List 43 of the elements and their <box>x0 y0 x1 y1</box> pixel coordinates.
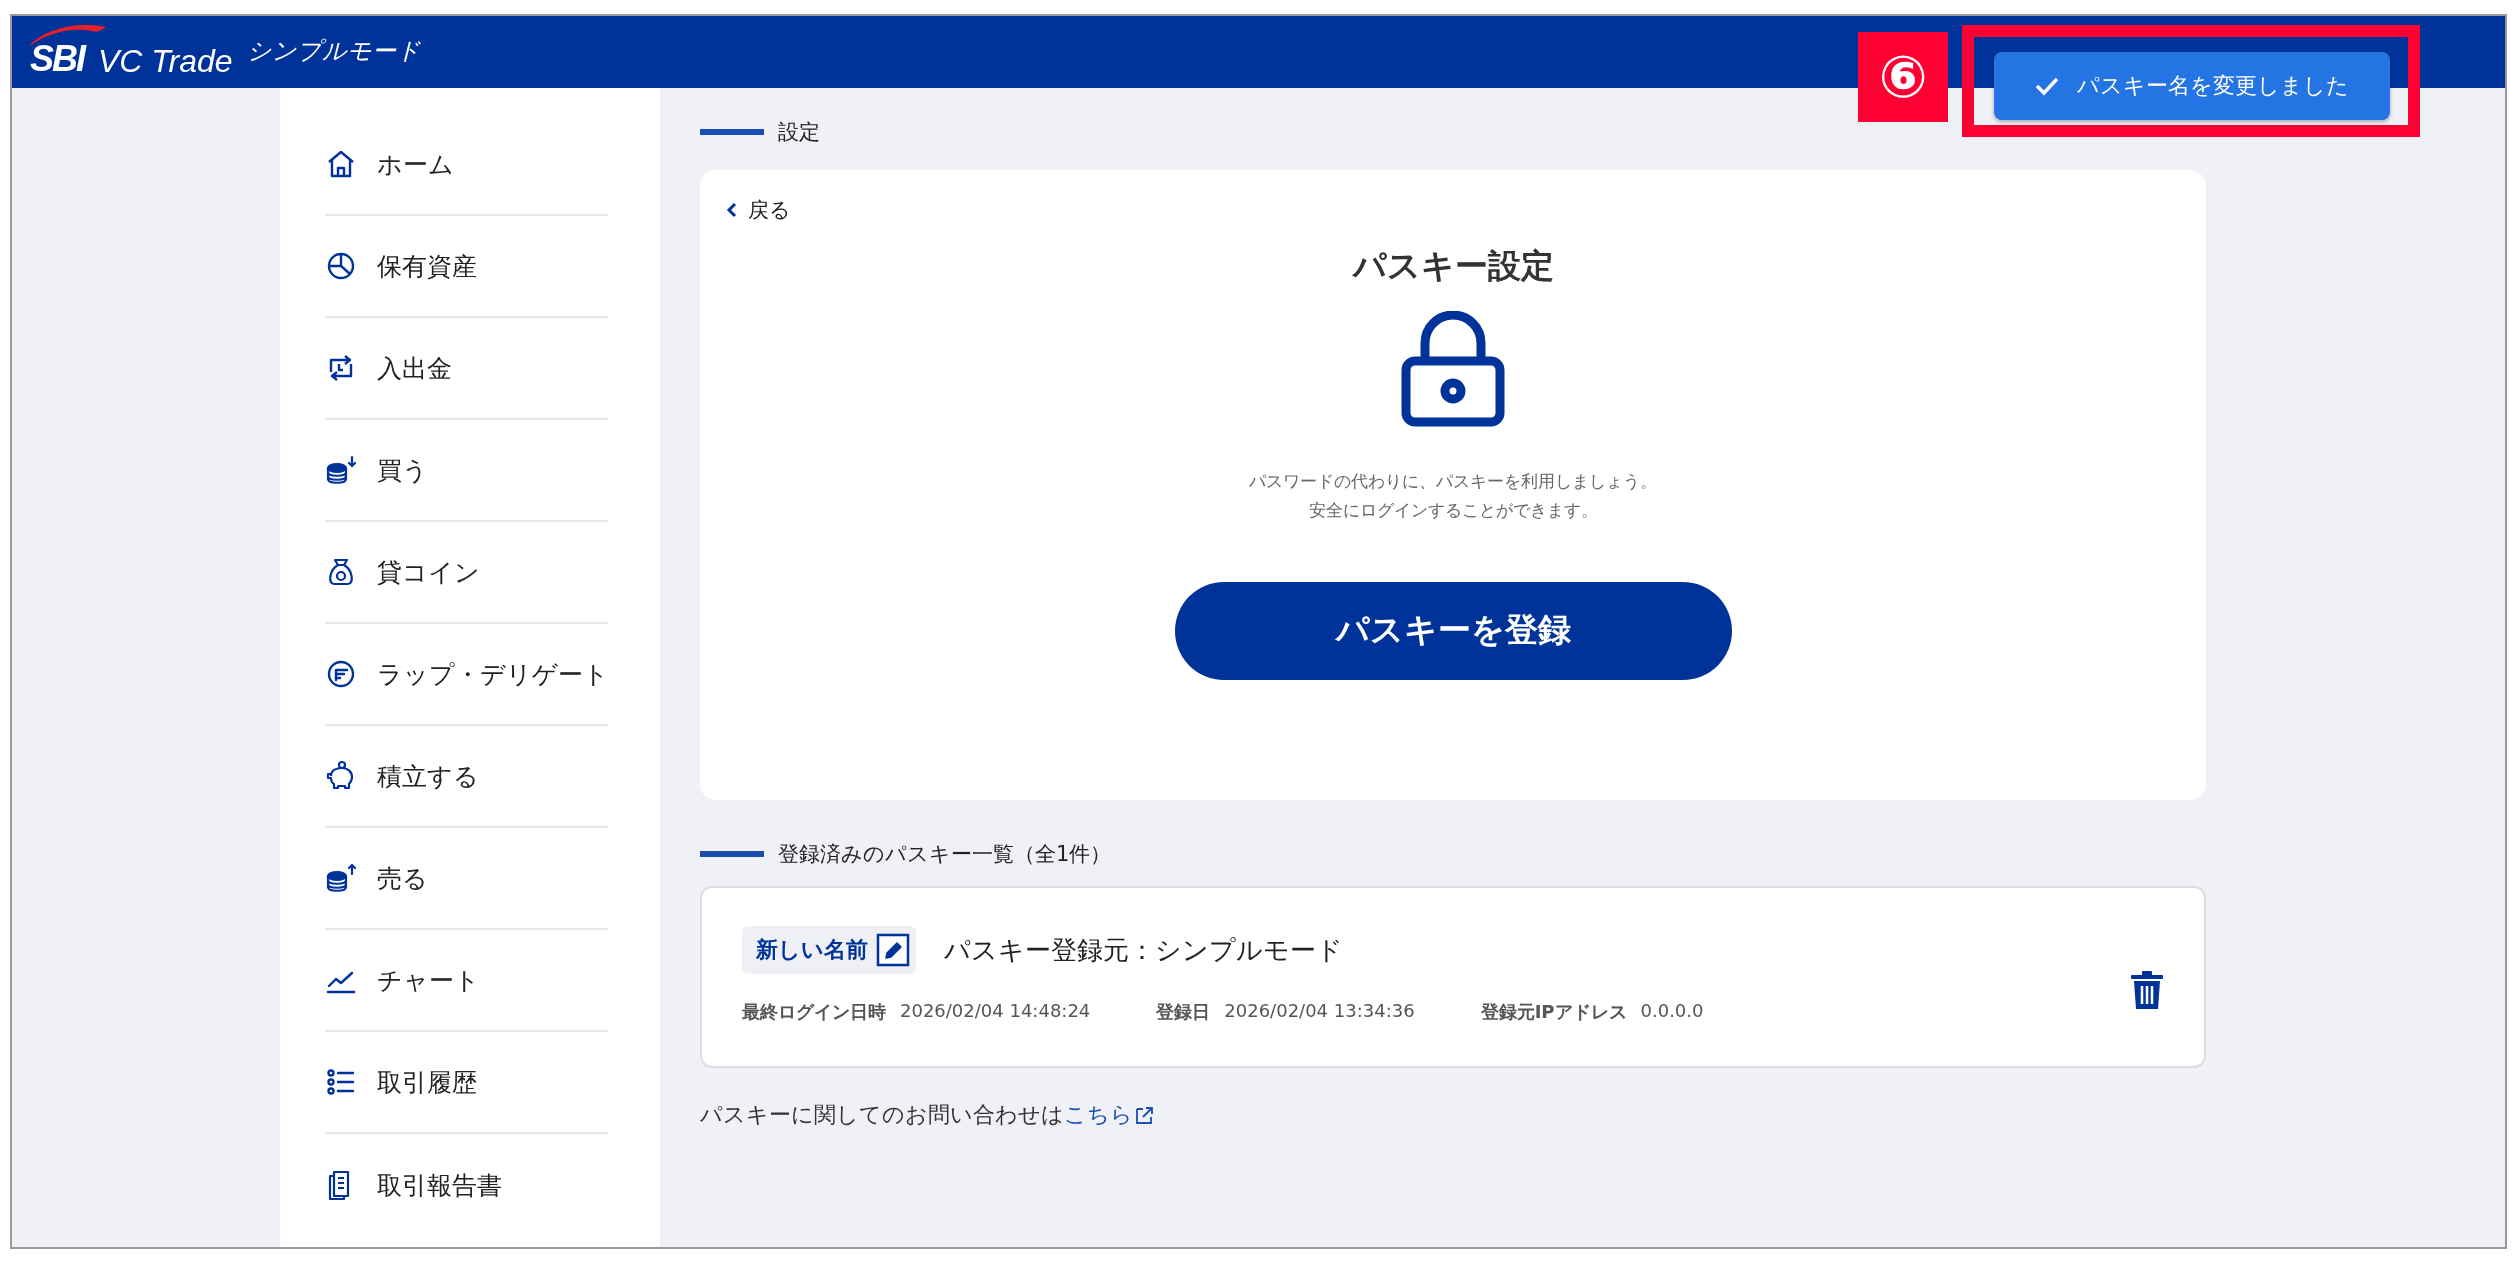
step-badge: ⑥ <box>1858 32 1948 122</box>
logo-name: VC Trade <box>98 45 233 77</box>
passkey-name-button[interactable]: 新しい名前 <box>742 926 916 974</box>
toast-message: パスキー名を変更しました <box>1994 52 2390 120</box>
sidebar-item[interactable]: 貸コイン <box>325 522 608 624</box>
contact-link[interactable]: こちら <box>1064 1102 1155 1127</box>
meta-label: 登録元IPアドレス <box>1480 1000 1627 1024</box>
trash-icon[interactable] <box>2130 970 2164 1010</box>
sidebar-item[interactable]: 保有資産 <box>325 216 608 318</box>
sidebar-item[interactable]: ホーム <box>325 114 608 216</box>
coins-down-icon <box>325 454 357 486</box>
pie-chart-icon <box>325 250 357 282</box>
coins-up-icon <box>325 862 357 894</box>
check-icon <box>2035 76 2059 96</box>
padlock-icon <box>1401 311 1505 427</box>
meta-label: 登録日 <box>1156 1000 1211 1024</box>
back-link[interactable]: 戻る <box>726 196 791 224</box>
description-text: パスワードの代わりに、パスキーを利用しましょう。 安全にログインすることができます。 <box>1249 471 1657 522</box>
register-passkey-button[interactable]: パスキーを登録 <box>1174 581 1732 680</box>
circle-lines-icon <box>325 658 357 690</box>
contact-note: パスキーに関してのお問い合わせは こちら <box>700 1100 2206 1130</box>
section-title: 登録済みのパスキー一覧（全1件） <box>778 841 1112 868</box>
section-title: 設定 <box>778 119 820 146</box>
logo-mark: SBI <box>30 41 84 77</box>
meta-value: 2026/02/04 13:34:36 <box>1224 1000 1415 1023</box>
sidebar-item[interactable]: 買う <box>325 420 608 522</box>
meta-label: 最終ログイン日時 <box>742 1000 886 1024</box>
sidebar-item[interactable]: 取引履歴 <box>325 1032 608 1134</box>
sidebar-item[interactable]: 取引報告書 <box>325 1134 608 1236</box>
sidebar-item[interactable]: 積立する <box>325 726 608 828</box>
mode-label: シンプルモード <box>246 39 421 65</box>
external-link-icon <box>1135 1105 1155 1125</box>
meta-value: 2026/02/04 14:48:24 <box>900 1000 1091 1023</box>
sidebar-item[interactable]: 入出金 <box>325 318 608 420</box>
meta-value: 0.0.0.0 <box>1640 1000 1704 1023</box>
page-title: パスキー設定 <box>1352 245 1554 287</box>
sidebar-item[interactable]: ラップ・デリゲート <box>325 624 608 726</box>
sidebar-item[interactable]: 売る <box>325 828 608 930</box>
list-icon <box>325 1066 357 1098</box>
pencil-icon <box>876 933 910 967</box>
sidebar-item[interactable]: チャート <box>325 930 608 1032</box>
chevron-left-icon <box>726 202 738 218</box>
passkey-source: パスキー登録元：シンプルモード <box>944 933 1343 967</box>
